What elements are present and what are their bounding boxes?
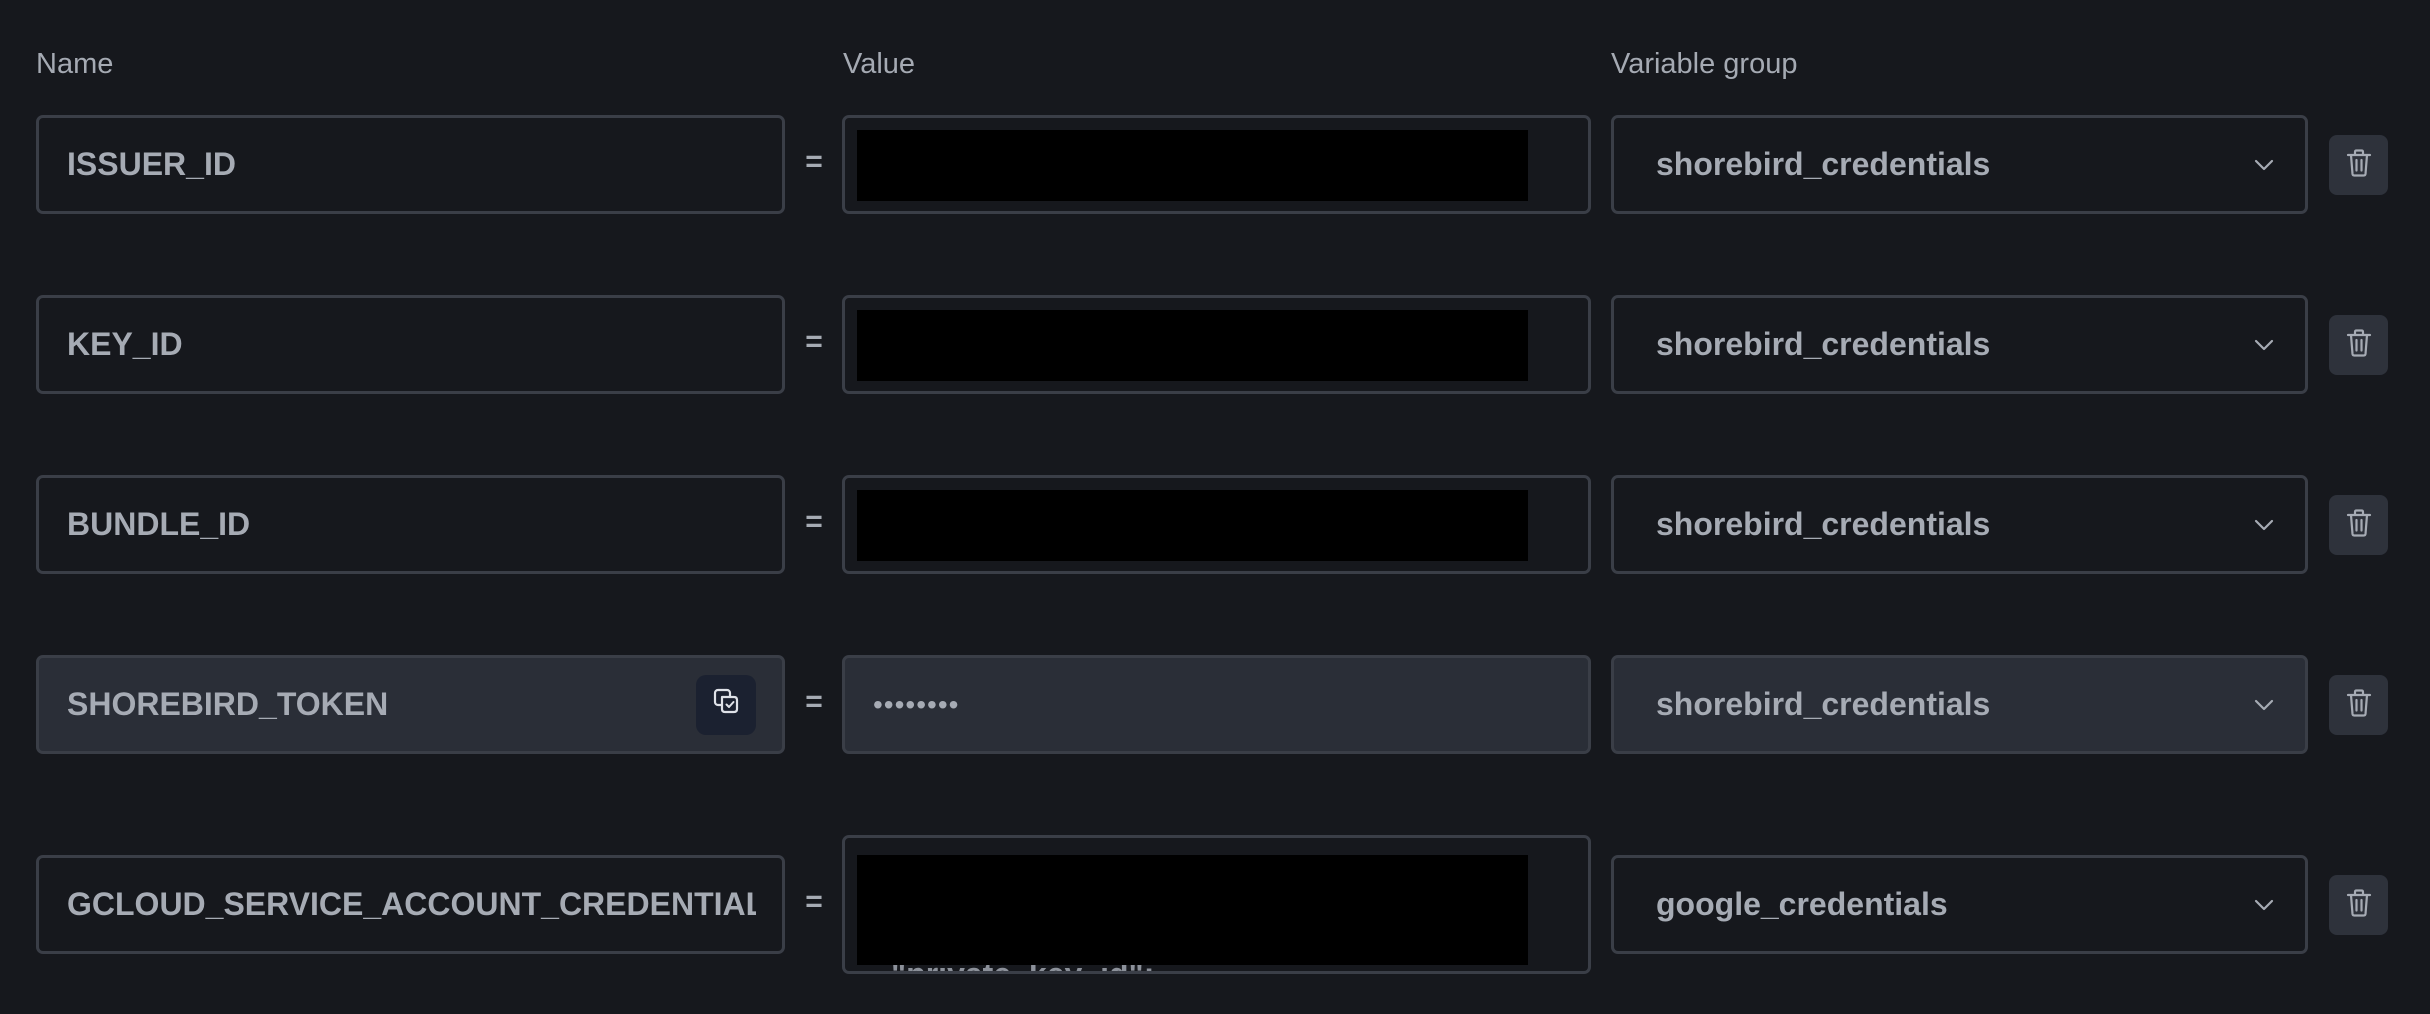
variable-name-text: GCLOUD_SERVICE_ACCOUNT_CREDENTIALS xyxy=(67,886,756,922)
delete-variable-button[interactable] xyxy=(2329,495,2388,555)
environment-variables-editor: Name Value Variable group ISSUER_ID = sh… xyxy=(0,0,2430,1014)
variable-group-select[interactable]: shorebird_credentials xyxy=(1611,295,2308,394)
masked-value: •••••••• xyxy=(873,688,960,720)
trash-icon xyxy=(2345,508,2373,543)
trash-icon xyxy=(2345,888,2373,923)
variable-value-input[interactable] xyxy=(842,475,1591,574)
equals-sign: = xyxy=(805,505,823,538)
variable-name-input[interactable]: SHOREBIRD_TOKEN xyxy=(36,655,785,754)
delete-variable-button[interactable] xyxy=(2329,875,2388,935)
trash-icon xyxy=(2345,688,2373,723)
equals-sign: = xyxy=(805,885,823,918)
variable-name-text: SHOREBIRD_TOKEN xyxy=(67,686,389,722)
chevron-down-icon xyxy=(2253,894,2275,916)
variable-group-text: shorebird_credentials xyxy=(1656,686,1991,722)
delete-variable-button[interactable] xyxy=(2329,135,2388,195)
chevron-down-icon xyxy=(2253,334,2275,356)
variable-group-select[interactable]: shorebird_credentials xyxy=(1611,115,2308,214)
name-column-header: Name xyxy=(36,48,114,80)
delete-variable-button[interactable] xyxy=(2329,675,2388,735)
variable-name-text: KEY_ID xyxy=(67,326,183,362)
delete-variable-button[interactable] xyxy=(2329,315,2388,375)
redacted-value xyxy=(857,490,1528,561)
equals-sign: = xyxy=(805,325,823,358)
variable-group-text: shorebird_credentials xyxy=(1656,326,1991,362)
variable-group-text: google_credentials xyxy=(1656,886,1948,922)
copy-icon xyxy=(712,686,740,723)
variable-value-input[interactable]: •••••••• xyxy=(842,655,1591,754)
equals-sign: = xyxy=(805,145,823,178)
chevron-down-icon xyxy=(2253,154,2275,176)
variable-name-input[interactable]: GCLOUD_SERVICE_ACCOUNT_CREDENTIALS xyxy=(36,855,785,954)
variable-group-select[interactable]: shorebird_credentials xyxy=(1611,475,2308,574)
variable-name-text: ISSUER_ID xyxy=(67,146,236,182)
variable-group-select[interactable]: shorebird_credentials xyxy=(1611,655,2308,754)
chevron-down-icon xyxy=(2253,694,2275,716)
trash-icon xyxy=(2345,148,2373,183)
trash-icon xyxy=(2345,328,2373,363)
group-column-header: Variable group xyxy=(1611,48,1798,80)
variable-group-text: shorebird_credentials xyxy=(1656,146,1991,182)
redacted-value xyxy=(857,310,1528,381)
variable-name-input[interactable]: KEY_ID xyxy=(36,295,785,394)
value-column-header: Value xyxy=(843,48,916,80)
copy-name-button[interactable] xyxy=(696,674,756,735)
chevron-down-icon xyxy=(2253,514,2275,536)
variable-value-input[interactable] xyxy=(842,295,1591,394)
variable-group-select[interactable]: google_credentials xyxy=(1611,855,2308,954)
redacted-value xyxy=(857,130,1528,201)
variable-value-textarea[interactable]: "private_key_id": xyxy=(842,835,1591,974)
variable-value-input[interactable] xyxy=(842,115,1591,214)
variable-name-text: BUNDLE_ID xyxy=(67,506,251,542)
equals-sign: = xyxy=(805,685,823,718)
variable-name-input[interactable]: BUNDLE_ID xyxy=(36,475,785,574)
variable-name-input[interactable]: ISSUER_ID xyxy=(36,115,785,214)
redacted-value xyxy=(857,855,1528,965)
variable-group-text: shorebird_credentials xyxy=(1656,506,1991,542)
